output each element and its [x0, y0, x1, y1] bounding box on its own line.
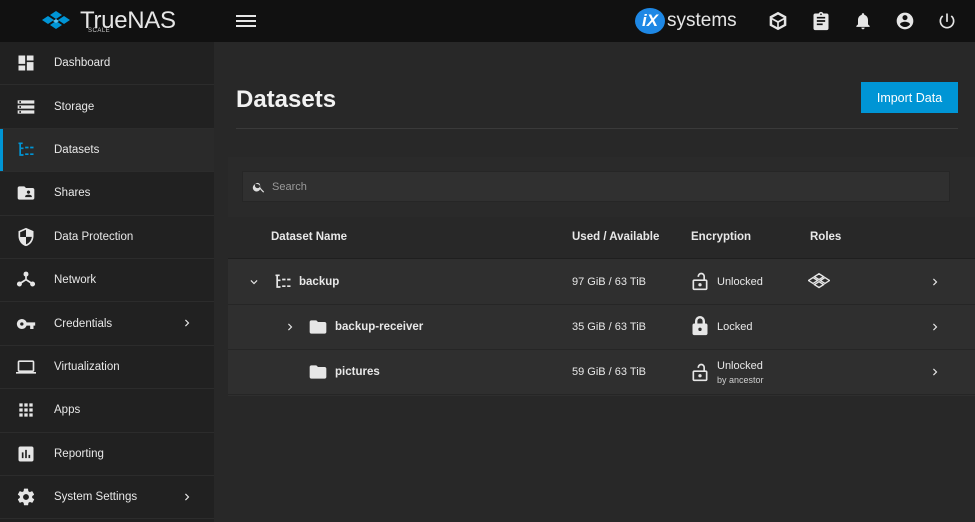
sidebar-item-storage[interactable]: Storage — [0, 85, 214, 129]
sidebar-item-credentials[interactable]: Credentials — [0, 302, 214, 346]
menu-icon — [236, 15, 256, 17]
sidebar-item-dashboard[interactable]: Dashboard — [0, 42, 214, 86]
table-row[interactable]: pictures 59 GiB / 63 TiB Unlocked by anc… — [228, 350, 975, 395]
sidebar-item-label: Virtualization — [54, 360, 120, 373]
locked-icon — [691, 316, 709, 336]
sidebar-item-label: System Settings — [54, 491, 138, 504]
datasets-icon — [16, 140, 36, 160]
menu-toggle-button[interactable] — [236, 12, 256, 30]
dataset-name: pictures — [335, 366, 380, 378]
storage-icon — [16, 97, 36, 117]
top-bar: TrueNAS SCALE iX systems — [0, 0, 975, 42]
dataset-used: 35 GiB / 63 TiB — [572, 321, 646, 333]
account-circle-icon[interactable] — [895, 11, 915, 31]
search-input[interactable] — [272, 180, 872, 193]
ix-badge: iX — [635, 8, 665, 34]
shield-icon — [16, 227, 36, 247]
datasets-table-card: Dataset Name Used / Available Encryption… — [228, 157, 975, 396]
unlocked-icon — [691, 271, 709, 291]
network-icon — [16, 270, 36, 290]
sidebar: Dashboard Storage Datasets Shares Data P… — [0, 42, 214, 522]
main-content: Datasets Import Data Dataset Name Used /… — [214, 42, 975, 522]
sidebar-item-label: Credentials — [54, 317, 113, 330]
column-used-available[interactable]: Used / Available — [572, 231, 659, 243]
sidebar-item-label: Reporting — [54, 447, 104, 460]
clipboard-icon[interactable] — [811, 11, 831, 31]
page-title: Datasets — [236, 86, 337, 113]
truenas-logo-icon — [807, 272, 831, 292]
sidebar-item-system-settings[interactable]: System Settings — [0, 476, 214, 520]
import-data-button[interactable]: Import Data — [861, 82, 958, 113]
title-divider — [236, 128, 958, 129]
key-icon — [16, 314, 36, 334]
sidebar-item-shares[interactable]: Shares — [0, 172, 214, 216]
sidebar-item-label: Apps — [54, 404, 81, 417]
table-row[interactable]: backup-receiver 35 GiB / 63 TiB Locked — [228, 305, 975, 350]
encryption-substatus: by ancestor — [717, 375, 764, 385]
sidebar-item-label: Data Protection — [54, 230, 134, 243]
sidebar-item-label: Dashboard — [54, 57, 111, 70]
sidebar-item-virtualization[interactable]: Virtualization — [0, 346, 214, 390]
table-header: Dataset Name Used / Available Encryption… — [228, 217, 975, 259]
encryption-status: Unlocked — [717, 360, 763, 372]
dataset-used: 97 GiB / 63 TiB — [572, 276, 646, 288]
search-icon — [252, 180, 266, 194]
search-box[interactable] — [242, 171, 950, 202]
encryption-status: Unlocked — [717, 276, 763, 288]
sidebar-item-label: Shares — [54, 187, 91, 200]
truenas-logo-icon — [42, 11, 70, 29]
chevron-right-icon[interactable] — [928, 365, 942, 379]
dashboard-icon — [16, 53, 36, 73]
encryption-status: Locked — [717, 321, 753, 333]
table-row[interactable]: backup 97 GiB / 63 TiB Unlocked — [228, 260, 975, 305]
ixsystems-logo[interactable]: iX systems — [635, 7, 737, 35]
sidebar-item-label: Network — [54, 274, 97, 287]
chevron-right-icon[interactable] — [928, 275, 942, 289]
column-encryption[interactable]: Encryption — [691, 231, 751, 243]
column-dataset-name[interactable]: Dataset Name — [271, 231, 347, 243]
column-roles[interactable]: Roles — [810, 231, 841, 243]
sidebar-item-label: Datasets — [54, 143, 100, 156]
dataset-name: backup — [299, 276, 340, 288]
chevron-right-icon — [180, 316, 194, 330]
unlocked-icon — [691, 362, 709, 382]
folder-icon — [308, 317, 328, 337]
gear-icon — [16, 487, 36, 507]
folder-icon — [308, 362, 328, 382]
apps-grid-icon — [16, 400, 36, 420]
chevron-right-icon — [180, 490, 194, 504]
sidebar-item-apps[interactable]: Apps — [0, 389, 214, 433]
expand-chevron-right-icon[interactable] — [283, 320, 297, 334]
power-icon[interactable] — [937, 11, 957, 31]
truecommand-icon[interactable] — [768, 11, 788, 31]
chart-icon — [16, 444, 36, 464]
laptop-icon — [16, 357, 36, 377]
bell-icon[interactable] — [853, 11, 873, 31]
sidebar-item-reporting[interactable]: Reporting — [0, 433, 214, 476]
chevron-right-icon[interactable] — [928, 320, 942, 334]
sidebar-item-label: Storage — [54, 100, 95, 113]
dataset-name: backup-receiver — [335, 321, 424, 333]
dataset-used: 59 GiB / 63 TiB — [572, 366, 646, 378]
sidebar-item-network[interactable]: Network — [0, 259, 214, 303]
pool-tree-icon — [273, 272, 293, 292]
shares-icon — [16, 183, 36, 203]
vendor-name: systems — [667, 10, 737, 31]
collapse-chevron-down-icon[interactable] — [247, 275, 261, 289]
brand-edition: SCALE — [88, 28, 111, 34]
sidebar-item-datasets[interactable]: Datasets — [0, 128, 214, 173]
search-bar — [228, 157, 975, 217]
sidebar-item-data-protection[interactable]: Data Protection — [0, 216, 214, 259]
